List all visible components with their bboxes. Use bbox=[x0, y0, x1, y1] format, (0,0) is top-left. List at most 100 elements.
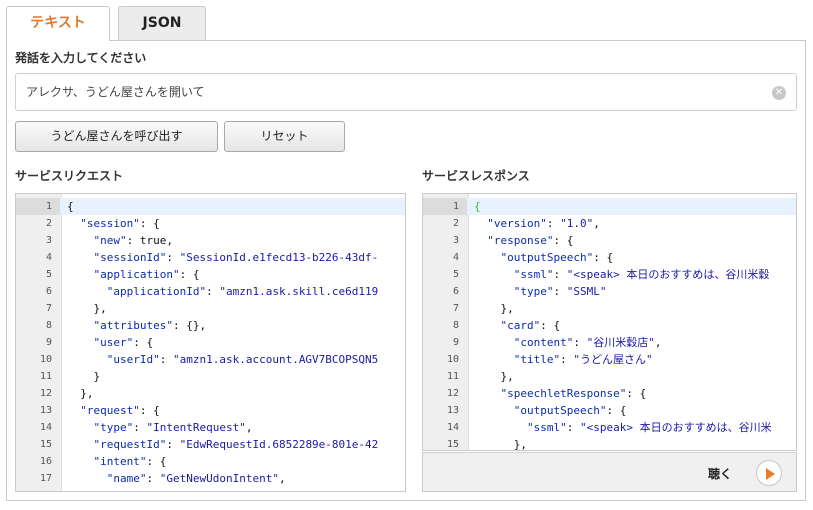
code-token: "attributes" bbox=[93, 319, 173, 332]
response-code-line: 7 }, bbox=[423, 300, 796, 317]
code-token: "speechletResponse" bbox=[500, 387, 627, 400]
code-token: : bbox=[553, 285, 567, 298]
clear-icon[interactable]: ✕ bbox=[772, 86, 786, 100]
code-token: : {}, bbox=[172, 319, 207, 332]
play-button[interactable] bbox=[756, 460, 782, 486]
code-token: "SSML" bbox=[566, 285, 607, 298]
response-line-number: 9 bbox=[452, 337, 459, 348]
request-line-text: { bbox=[67, 198, 74, 215]
response-code-line: 12 "speechletResponse": { bbox=[423, 385, 796, 402]
request-line-text: "userId": "amzn1.ask.account.AGV7BCOPSQN… bbox=[67, 351, 379, 368]
request-code-line: 4 "sessionId": "SessionId.e1fecd13-b226-… bbox=[16, 249, 405, 266]
response-line-number: 1 bbox=[423, 198, 467, 215]
code-token: : { bbox=[553, 234, 574, 247]
request-line-number: 5 bbox=[45, 269, 52, 280]
code-token: "SessionId.e1fecd13-b226-43df- bbox=[179, 251, 379, 264]
code-token: "GetNewUdonIntent" bbox=[159, 472, 279, 485]
request-code-line: 8 "attributes": {}, bbox=[16, 317, 405, 334]
response-line-number: 14 bbox=[446, 422, 459, 433]
request-code-line: 15 "requestId": "EdwRequestId.6852289e-8… bbox=[16, 436, 405, 453]
code-token: } bbox=[67, 370, 101, 383]
response-code: 1{2 "version": "1.0", 3 "response": {4 "o… bbox=[423, 198, 796, 450]
response-line-text: "response": { bbox=[474, 232, 573, 249]
code-token: }, bbox=[474, 370, 514, 383]
code-token: : bbox=[166, 251, 180, 264]
response-editor[interactable]: 1{2 "version": "1.0", 3 "response": {4 "o… bbox=[422, 193, 797, 451]
invoke-button[interactable]: うどん屋さんを呼び出す bbox=[15, 121, 218, 152]
request-line-number: 8 bbox=[45, 320, 52, 331]
request-line-number: 7 bbox=[45, 303, 52, 314]
code-token: : { bbox=[593, 251, 614, 264]
code-token: "type" bbox=[93, 421, 134, 434]
tab-text[interactable]: テキスト bbox=[6, 6, 110, 41]
code-token: "intent" bbox=[93, 455, 147, 468]
code-token: { bbox=[474, 200, 481, 213]
code-token: : { bbox=[139, 217, 160, 230]
code-token: "content" bbox=[513, 336, 574, 349]
request-line-number: 12 bbox=[39, 388, 52, 399]
request-code-line: 7 }, bbox=[16, 300, 405, 317]
request-line-number: 1 bbox=[16, 198, 60, 215]
tab-json[interactable]: JSON bbox=[118, 6, 206, 40]
response-code-line: 1{ bbox=[423, 198, 796, 215]
code-token: "sessionId" bbox=[93, 251, 167, 264]
code-token: : { bbox=[179, 268, 200, 281]
code-token: "user" bbox=[93, 336, 134, 349]
code-token: , bbox=[278, 472, 286, 485]
request-line-text: "new": true, bbox=[67, 232, 173, 249]
response-line-text: "version": "1.0", bbox=[474, 215, 600, 232]
response-code-line: 5 "ssml": "<speak> 本日のおすすめは、谷川米穀 bbox=[423, 266, 796, 283]
request-code: 1{2 "session": {3 "new": true, 4 "session… bbox=[16, 198, 405, 487]
code-token: "userId" bbox=[106, 353, 160, 366]
request-line-text: "name": "GetNewUdonIntent", bbox=[67, 470, 286, 487]
utterance-label: 発話を入力してください bbox=[15, 51, 147, 65]
code-token: : { bbox=[146, 455, 167, 468]
code-token: "谷川米穀店" bbox=[586, 336, 655, 349]
code-token: : bbox=[146, 472, 160, 485]
response-line-number: 3 bbox=[452, 235, 459, 246]
response-line-text: "ssml": "<speak> 本日のおすすめは、谷川米 bbox=[474, 419, 772, 436]
response-code-line: 13 "outputSpeech": { bbox=[423, 402, 796, 419]
play-icon bbox=[766, 468, 775, 480]
code-token: : bbox=[560, 353, 574, 366]
code-token: "IntentRequest" bbox=[146, 421, 246, 434]
response-line-number: 2 bbox=[452, 218, 459, 229]
response-line-text: }, bbox=[474, 436, 527, 450]
code-token: : bbox=[566, 421, 580, 434]
reset-button[interactable]: リセット bbox=[224, 121, 345, 152]
listen-bar: 聴く bbox=[422, 452, 797, 492]
code-token: }, bbox=[67, 387, 94, 400]
request-code-line: 3 "new": true, bbox=[16, 232, 405, 249]
code-token: "outputSpeech" bbox=[500, 251, 594, 264]
code-token: "request" bbox=[80, 404, 140, 417]
code-token: "type" bbox=[513, 285, 554, 298]
code-token: "うどん屋さん" bbox=[573, 353, 653, 366]
code-token: : bbox=[206, 285, 220, 298]
code-token: : bbox=[166, 438, 180, 451]
response-line-number: 15 bbox=[446, 439, 459, 450]
utterance-input[interactable]: アレクサ、うどん屋さんを開いて ✕ bbox=[15, 73, 797, 111]
code-token: : bbox=[546, 217, 561, 230]
code-token: : { bbox=[133, 336, 154, 349]
request-line-number: 4 bbox=[45, 252, 52, 263]
code-token: "1.0" bbox=[560, 217, 594, 230]
code-token: "ssml" bbox=[513, 268, 554, 281]
response-code-line: 15 }, bbox=[423, 436, 796, 450]
request-line-text: } bbox=[67, 368, 100, 385]
request-editor[interactable]: 1{2 "session": {3 "new": true, 4 "session… bbox=[15, 193, 406, 492]
response-code-line: 4 "outputSpeech": { bbox=[423, 249, 796, 266]
request-line-text: "applicationId": "amzn1.ask.skill.ce6d11… bbox=[67, 283, 379, 300]
response-line-text: }, bbox=[474, 368, 514, 385]
